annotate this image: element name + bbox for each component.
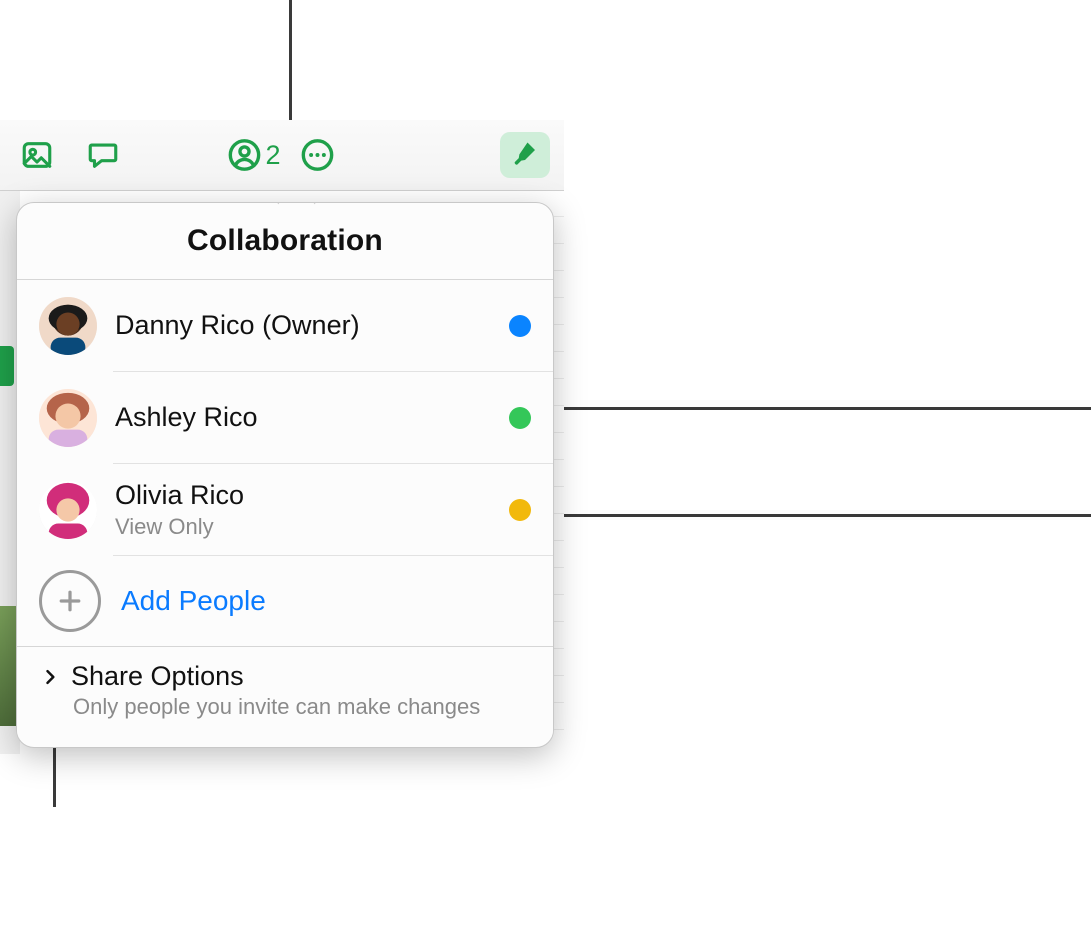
callout-line-top xyxy=(289,0,292,120)
presence-dot xyxy=(509,499,531,521)
avatar xyxy=(39,297,97,355)
share-options-subtitle: Only people you invite can make changes xyxy=(73,694,531,720)
toolbar: 2 xyxy=(0,120,564,191)
avatar xyxy=(39,389,97,447)
presence-dot xyxy=(509,315,531,337)
participant-row[interactable]: Ashley Rico xyxy=(17,372,553,464)
background-sheet-tab xyxy=(0,346,14,386)
device-screenshot: 2 Collaboration xyxy=(0,120,564,754)
add-people-label: Add People xyxy=(121,585,266,617)
participant-row[interactable]: Olivia Rico View Only xyxy=(17,464,553,556)
media-icon[interactable] xyxy=(18,136,56,174)
participant-row[interactable]: Danny Rico (Owner) xyxy=(17,280,553,372)
participant-name: Olivia Rico xyxy=(115,480,497,511)
add-people-row[interactable]: Add People xyxy=(17,556,553,647)
comment-icon[interactable] xyxy=(84,136,122,174)
popover-title: Collaboration xyxy=(17,203,553,280)
format-brush-button[interactable] xyxy=(500,132,550,178)
participant-name: Danny Rico (Owner) xyxy=(115,310,497,341)
participant-name: Ashley Rico xyxy=(115,402,497,433)
collaboration-count: 2 xyxy=(265,140,280,171)
share-options-row[interactable]: Share Options Only people you invite can… xyxy=(17,647,553,738)
collaboration-popover: Collaboration Danny Rico (Owner) xyxy=(16,202,554,748)
avatar xyxy=(39,481,97,539)
collaboration-button[interactable]: 2 xyxy=(227,138,280,172)
presence-dot xyxy=(509,407,531,429)
plus-icon xyxy=(39,570,101,632)
share-options-title: Share Options xyxy=(71,661,244,692)
callout-line-dot xyxy=(518,407,1091,410)
more-icon[interactable] xyxy=(299,136,337,174)
chevron-right-icon xyxy=(39,667,61,687)
background-grid-lines xyxy=(554,190,564,754)
participant-permission: View Only xyxy=(115,514,497,540)
